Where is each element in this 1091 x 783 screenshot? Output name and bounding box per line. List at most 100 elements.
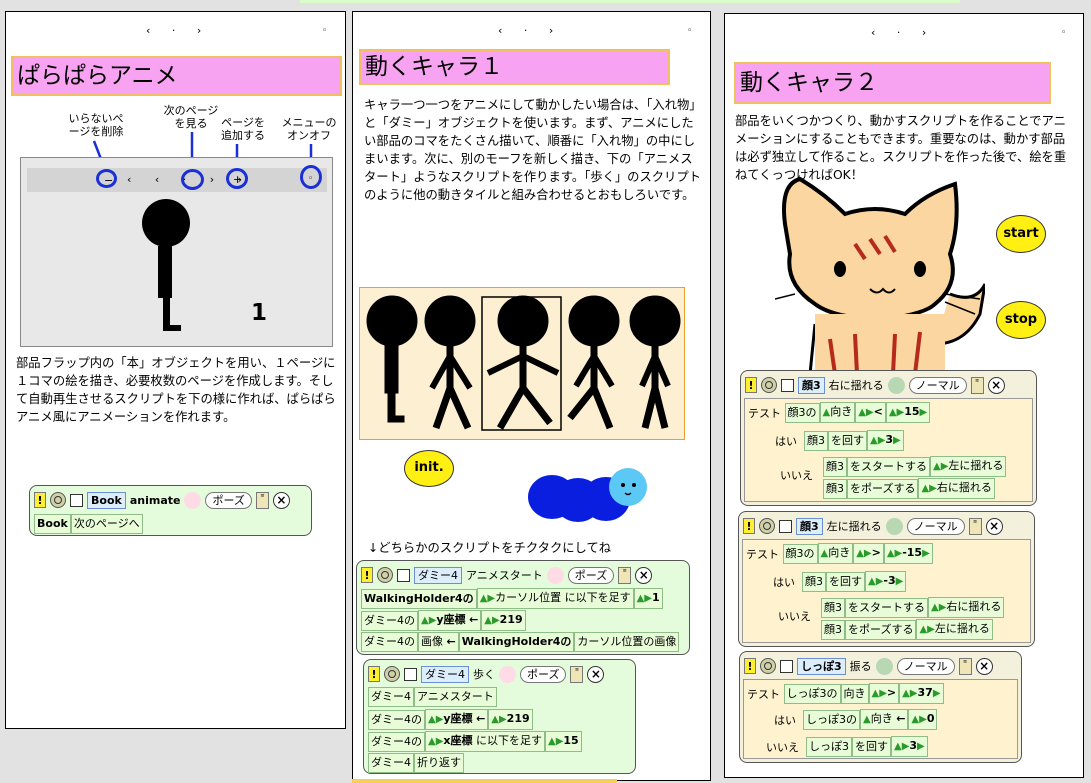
script-row-4-object[interactable]: ダミー4 xyxy=(368,753,414,773)
script-row-3-attr[interactable]: 画像 xyxy=(421,635,443,648)
script-row-3-attr[interactable]: x座標 xyxy=(443,734,472,747)
script-state-pill[interactable]: ポーズ xyxy=(567,566,615,584)
start-button[interactable]: start xyxy=(996,215,1046,253)
script-checkbox[interactable] xyxy=(70,493,83,507)
clock-icon[interactable] xyxy=(184,491,202,509)
script-object-tile[interactable]: しっぽ3 xyxy=(797,657,846,675)
script-name[interactable]: 歩く xyxy=(473,666,495,682)
init-button[interactable]: init. xyxy=(404,450,454,487)
page-nav-arrows[interactable]: ‹ · › xyxy=(871,26,935,39)
page-menu-toggle[interactable]: ◦ xyxy=(687,26,692,36)
script-name[interactable]: アニメスタート xyxy=(466,567,543,583)
script-object-tile[interactable]: ダミー4 xyxy=(421,665,469,683)
no-2-object[interactable]: 顔3 xyxy=(821,619,845,640)
script-row-1-op[interactable]: に以下を足す xyxy=(565,591,631,604)
test-op[interactable]: > xyxy=(872,546,881,559)
test-object[interactable]: 顔3の xyxy=(782,543,818,564)
yes-attr[interactable]: 向き xyxy=(871,712,893,725)
no-2-command[interactable]: をポーズする xyxy=(845,619,917,640)
script-walk[interactable]: ! ダミー4 歩く ポーズ ≡ × ダミー4 アニメスタート ダミー4の ▲▶y座標… xyxy=(363,659,636,774)
no-1-command[interactable]: をスタートする xyxy=(845,597,928,618)
test-value[interactable]: 15 xyxy=(904,405,919,418)
script-menu-icon[interactable]: ≡ xyxy=(970,376,984,394)
no-1-object[interactable]: しっぽ3 xyxy=(806,736,852,757)
script-menu-icon[interactable]: ≡ xyxy=(968,517,982,535)
script-row-2-value[interactable]: 219 xyxy=(507,712,530,725)
script-row-1-value[interactable]: 1 xyxy=(652,591,660,604)
no-2-object[interactable]: 顔3 xyxy=(823,478,847,499)
script-checkbox[interactable] xyxy=(780,659,793,673)
script-state-pill[interactable]: ノーマル xyxy=(908,376,967,394)
script-tick-button[interactable]: ! xyxy=(743,518,755,534)
script-row-command[interactable]: 次のページへ xyxy=(70,514,143,534)
script-menu-icon[interactable]: ≡ xyxy=(570,665,584,683)
script-row-3-object[interactable]: ダミー4の xyxy=(361,632,418,652)
script-row-3-source[interactable]: WalkingHolder4の xyxy=(458,632,575,652)
clock-icon[interactable] xyxy=(875,657,893,675)
close-icon[interactable]: × xyxy=(987,376,1005,394)
script-row-2-value[interactable]: 219 xyxy=(500,613,523,626)
close-icon[interactable]: × xyxy=(635,566,653,584)
script-sway-left[interactable]: ! 顔3 左に揺れる ノーマル ≡ × テスト 顔3の ▲向き ▲▶> ▲▶-15▶ … xyxy=(738,511,1035,647)
script-name[interactable]: 左に揺れる xyxy=(827,518,882,534)
no-1-command[interactable]: をスタートする xyxy=(847,456,930,477)
no-1-value[interactable]: 3 xyxy=(909,739,917,752)
walking-holder[interactable] xyxy=(359,287,685,440)
script-row-2-object[interactable]: ダミー4の xyxy=(361,610,418,631)
close-icon[interactable]: × xyxy=(587,665,605,683)
yes-value[interactable]: 3 xyxy=(885,433,893,446)
no-2-target[interactable]: 左に揺れる xyxy=(935,622,990,635)
script-row-2-attr[interactable]: y座標 xyxy=(443,712,472,725)
no-1-target[interactable]: 右に揺れる xyxy=(946,600,1001,613)
close-icon[interactable]: × xyxy=(975,657,993,675)
script-row-1-command[interactable]: アニメスタート xyxy=(414,687,497,707)
script-row-3-value[interactable]: カーソル位置の画像 xyxy=(574,632,680,652)
script-tick-button[interactable]: ! xyxy=(744,658,756,674)
close-icon[interactable]: × xyxy=(985,517,1003,535)
script-row-1-attr[interactable]: カーソル位置 xyxy=(495,591,561,604)
script-name[interactable]: 振る xyxy=(850,658,872,674)
no-1-command[interactable]: を回す xyxy=(852,736,891,757)
clock-icon[interactable] xyxy=(887,376,905,394)
no-1-target[interactable]: 左に揺れる xyxy=(948,459,1003,472)
yes-object[interactable]: 顔3 xyxy=(804,430,828,451)
script-row-3-op[interactable]: に以下を足す xyxy=(476,734,542,747)
script-pause-circle[interactable] xyxy=(384,666,400,682)
script-menu-icon[interactable]: ≡ xyxy=(958,657,972,675)
script-pause-circle[interactable] xyxy=(759,518,775,534)
test-object[interactable]: しっぽ3の xyxy=(783,683,841,704)
test-op[interactable]: > xyxy=(887,686,896,699)
script-checkbox[interactable] xyxy=(779,519,792,533)
script-object-tile[interactable]: 顔3 xyxy=(798,376,825,394)
script-state-pill[interactable]: ノーマル xyxy=(906,517,965,535)
script-checkbox[interactable] xyxy=(781,378,794,392)
script-tick-button[interactable]: ! xyxy=(34,492,46,508)
script-checkbox[interactable] xyxy=(397,568,410,582)
script-book-animate[interactable]: ! Book animate ポーズ ≡ × Book 次のページへ xyxy=(29,485,312,536)
script-state-pill[interactable]: ポーズ xyxy=(520,665,567,683)
test-op[interactable]: < xyxy=(874,405,883,418)
script-row-1-object[interactable]: ダミー4 xyxy=(368,687,414,707)
yes-object[interactable]: しっぽ3の xyxy=(803,709,860,730)
page-nav-arrows[interactable]: ‹ · › xyxy=(498,24,562,37)
script-row-1-object[interactable]: WalkingHolder4の xyxy=(361,588,477,609)
no-2-command[interactable]: をポーズする xyxy=(847,478,919,499)
test-value[interactable]: 37 xyxy=(918,686,933,699)
script-sway-right[interactable]: ! 顔3 右に揺れる ノーマル ≡ × テスト 顔3の ▲向き ▲▶< ▲▶15▶ は… xyxy=(740,370,1037,506)
script-state-pill[interactable]: ポーズ xyxy=(205,491,252,509)
script-row-3-object[interactable]: ダミー4の xyxy=(368,731,425,752)
script-tick-button[interactable]: ! xyxy=(361,567,373,583)
no-2-target[interactable]: 右に揺れる xyxy=(937,481,992,494)
yes-value[interactable]: 0 xyxy=(927,712,935,725)
script-row-2-object[interactable]: ダミー4の xyxy=(368,709,425,730)
test-attr[interactable]: 向き xyxy=(840,683,869,704)
yes-command[interactable]: を回す xyxy=(826,571,865,592)
script-row-3-value[interactable]: 15 xyxy=(563,734,578,747)
script-object-tile[interactable]: ダミー4 xyxy=(414,566,462,584)
script-row-4-command[interactable]: 折り返す xyxy=(414,753,464,773)
yes-value[interactable]: -3 xyxy=(883,574,895,587)
script-row-object[interactable]: Book xyxy=(34,514,71,534)
clock-icon[interactable] xyxy=(499,665,516,683)
script-state-pill[interactable]: ノーマル xyxy=(896,657,955,675)
script-tick-button[interactable]: ! xyxy=(368,666,380,682)
